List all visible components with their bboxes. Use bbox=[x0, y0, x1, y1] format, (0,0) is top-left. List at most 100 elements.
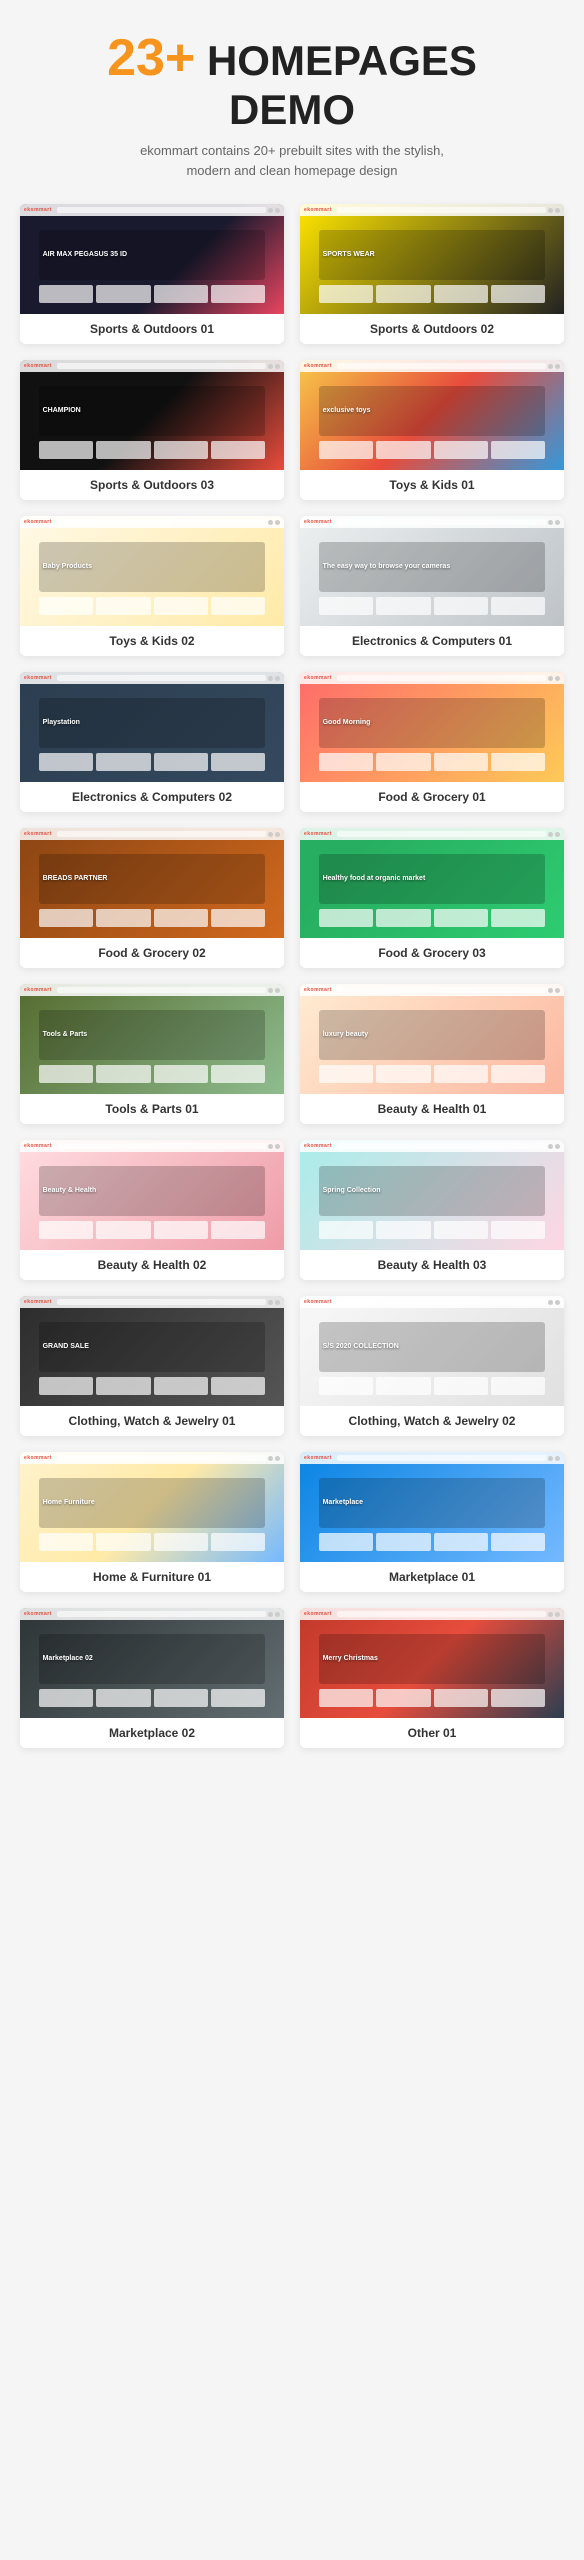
mock-hero-text-beauty3: Spring Collection bbox=[323, 1186, 381, 1195]
thumb-marketplace2: ekommart Marketplace 02 bbox=[20, 1608, 284, 1718]
grid-item-food2[interactable]: ekommart BREADS PARTNER Food & Grocery 0… bbox=[20, 828, 284, 968]
mock-product4-food2 bbox=[211, 909, 265, 927]
label-tools1: Tools & Parts 01 bbox=[20, 1094, 284, 1124]
grid-item-toys1[interactable]: ekommart exclusive toys Toys & Kids 01 bbox=[300, 360, 564, 500]
mock-hero-food2: BREADS PARTNER bbox=[39, 854, 266, 904]
mock-products-sports1 bbox=[39, 285, 266, 303]
label-toys2: Toys & Kids 02 bbox=[20, 626, 284, 656]
mock-hero-clothing1: GRAND SALE bbox=[39, 1322, 266, 1372]
mock-product1-food2 bbox=[39, 909, 93, 927]
thumb-inner-beauty1: luxury beauty bbox=[300, 984, 564, 1094]
thumb-inner-tools1: Tools & Parts bbox=[20, 984, 284, 1094]
mock-hero-toys1: exclusive toys bbox=[319, 386, 546, 436]
mock-products-clothing2 bbox=[319, 1377, 546, 1395]
mock-hero-sports3: CHAMPION bbox=[39, 386, 266, 436]
mock-product2-food1 bbox=[376, 753, 430, 771]
mock-product3-food1 bbox=[434, 753, 488, 771]
grid-item-sports1[interactable]: ekommart AIR MAX PEGASUS 35 ID Sports & … bbox=[20, 204, 284, 344]
mock-product3-sports1 bbox=[154, 285, 208, 303]
mock-products-beauty2 bbox=[39, 1221, 266, 1239]
mock-product1-food3 bbox=[319, 909, 373, 927]
mock-product3-homefurniture bbox=[154, 1533, 208, 1551]
mock-product1-clothing2 bbox=[319, 1377, 373, 1395]
grid-item-toys2[interactable]: ekommart Baby Products Toys & Kids 02 bbox=[20, 516, 284, 656]
header-title-line1: HOMEPAGES bbox=[207, 37, 477, 84]
grid-item-beauty1[interactable]: ekommart luxury beauty Beauty & Health 0… bbox=[300, 984, 564, 1124]
thumb-sports3: ekommart CHAMPION bbox=[20, 360, 284, 470]
grid-item-marketplace1[interactable]: ekommart Marketplace Marketplace 01 bbox=[300, 1452, 564, 1592]
thumb-food1: ekommart Good Morning bbox=[300, 672, 564, 782]
thumb-electronics1: ekommart The easy way to browse your cam… bbox=[300, 516, 564, 626]
mock-hero-sports2: SPORTS WEAR bbox=[319, 230, 546, 280]
mock-products-beauty1 bbox=[319, 1065, 546, 1083]
mock-hero-food1: Good Morning bbox=[319, 698, 546, 748]
thumb-inner-food3: Healthy food at organic market bbox=[300, 828, 564, 938]
header: 23+ HOMEPAGES DEMO ekommart contains 20+… bbox=[20, 30, 564, 180]
mock-hero-clothing2: S/S 2020 COLLECTION bbox=[319, 1322, 546, 1372]
label-sports2: Sports & Outdoors 02 bbox=[300, 314, 564, 344]
mock-hero-text-marketplace2: Marketplace 02 bbox=[43, 1654, 93, 1663]
label-toys1: Toys & Kids 01 bbox=[300, 470, 564, 500]
grid-item-tools1[interactable]: ekommart Tools & Parts Tools & Parts 01 bbox=[20, 984, 284, 1124]
grid-item-sports2[interactable]: ekommart SPORTS WEAR Sports & Outdoors 0… bbox=[300, 204, 564, 344]
grid-item-other1[interactable]: ekommart Merry Christmas Other 01 bbox=[300, 1608, 564, 1748]
mock-product1-electronics1 bbox=[319, 597, 373, 615]
mock-product3-electronics2 bbox=[154, 753, 208, 771]
mock-product3-beauty3 bbox=[434, 1221, 488, 1239]
grid-item-beauty3[interactable]: ekommart Spring Collection Beauty & Heal… bbox=[300, 1140, 564, 1280]
mock-hero-text-electronics1: The easy way to browse your cameras bbox=[323, 562, 451, 571]
mock-hero-marketplace1: Marketplace bbox=[319, 1478, 546, 1528]
label-marketplace1: Marketplace 01 bbox=[300, 1562, 564, 1592]
grid-item-food3[interactable]: ekommart Healthy food at organic market … bbox=[300, 828, 564, 968]
mock-product1-homefurniture bbox=[39, 1533, 93, 1551]
mock-hero-other1: Merry Christmas bbox=[319, 1634, 546, 1684]
mock-product1-beauty3 bbox=[319, 1221, 373, 1239]
grid-item-beauty2[interactable]: ekommart Beauty & Health Beauty & Health… bbox=[20, 1140, 284, 1280]
header-title: 23+ HOMEPAGES DEMO bbox=[20, 30, 564, 133]
thumb-inner-other1: Merry Christmas bbox=[300, 1608, 564, 1718]
thumb-food2: ekommart BREADS PARTNER bbox=[20, 828, 284, 938]
label-beauty2: Beauty & Health 02 bbox=[20, 1250, 284, 1280]
mock-product4-other1 bbox=[491, 1689, 545, 1707]
mock-hero-text-beauty2: Beauty & Health bbox=[43, 1186, 97, 1195]
mock-products-clothing1 bbox=[39, 1377, 266, 1395]
grid-item-electronics2[interactable]: ekommart Playstation Electronics & Compu… bbox=[20, 672, 284, 812]
grid-item-food1[interactable]: ekommart Good Morning Food & Grocery 01 bbox=[300, 672, 564, 812]
header-subtitle: ekommart contains 20+ prebuilt sites wit… bbox=[20, 141, 564, 180]
mock-product3-food2 bbox=[154, 909, 208, 927]
thumb-inner-sports2: SPORTS WEAR bbox=[300, 204, 564, 314]
mock-products-sports3 bbox=[39, 441, 266, 459]
mock-product4-beauty3 bbox=[491, 1221, 545, 1239]
thumb-inner-clothing2: S/S 2020 COLLECTION bbox=[300, 1296, 564, 1406]
thumb-sports2: ekommart SPORTS WEAR bbox=[300, 204, 564, 314]
mock-hero-text-sports1: AIR MAX PEGASUS 35 ID bbox=[43, 250, 127, 259]
grid-item-marketplace2[interactable]: ekommart Marketplace 02 Marketplace 02 bbox=[20, 1608, 284, 1748]
thumb-inner-beauty2: Beauty & Health bbox=[20, 1140, 284, 1250]
grid-item-electronics1[interactable]: ekommart The easy way to browse your cam… bbox=[300, 516, 564, 656]
grid-item-sports3[interactable]: ekommart CHAMPION Sports & Outdoors 03 bbox=[20, 360, 284, 500]
mock-hero-text-food3: Healthy food at organic market bbox=[323, 874, 426, 883]
mock-product3-marketplace2 bbox=[154, 1689, 208, 1707]
mock-products-toys2 bbox=[39, 597, 266, 615]
label-marketplace2: Marketplace 02 bbox=[20, 1718, 284, 1748]
mock-product1-beauty1 bbox=[319, 1065, 373, 1083]
mock-product4-food3 bbox=[491, 909, 545, 927]
grid-item-clothing1[interactable]: ekommart GRAND SALE Clothing, Watch & Je… bbox=[20, 1296, 284, 1436]
label-clothing2: Clothing, Watch & Jewelry 02 bbox=[300, 1406, 564, 1436]
thumb-inner-electronics1: The easy way to browse your cameras bbox=[300, 516, 564, 626]
mock-product1-clothing1 bbox=[39, 1377, 93, 1395]
mock-product3-marketplace1 bbox=[434, 1533, 488, 1551]
mock-hero-marketplace2: Marketplace 02 bbox=[39, 1634, 266, 1684]
thumb-inner-clothing1: GRAND SALE bbox=[20, 1296, 284, 1406]
grid-item-clothing2[interactable]: ekommart S/S 2020 COLLECTION Clothing, W… bbox=[300, 1296, 564, 1436]
mock-product2-beauty2 bbox=[96, 1221, 150, 1239]
thumb-inner-beauty3: Spring Collection bbox=[300, 1140, 564, 1250]
header-number: 23+ bbox=[107, 29, 195, 87]
mock-product4-toys1 bbox=[491, 441, 545, 459]
mock-product4-marketplace1 bbox=[491, 1533, 545, 1551]
mock-hero-text-homefurniture: Home Furniture bbox=[43, 1498, 95, 1507]
grid-item-homefurniture[interactable]: ekommart Home Furniture Home & Furniture… bbox=[20, 1452, 284, 1592]
mock-product4-electronics2 bbox=[211, 753, 265, 771]
mock-product4-electronics1 bbox=[491, 597, 545, 615]
thumb-beauty1: ekommart luxury beauty bbox=[300, 984, 564, 1094]
